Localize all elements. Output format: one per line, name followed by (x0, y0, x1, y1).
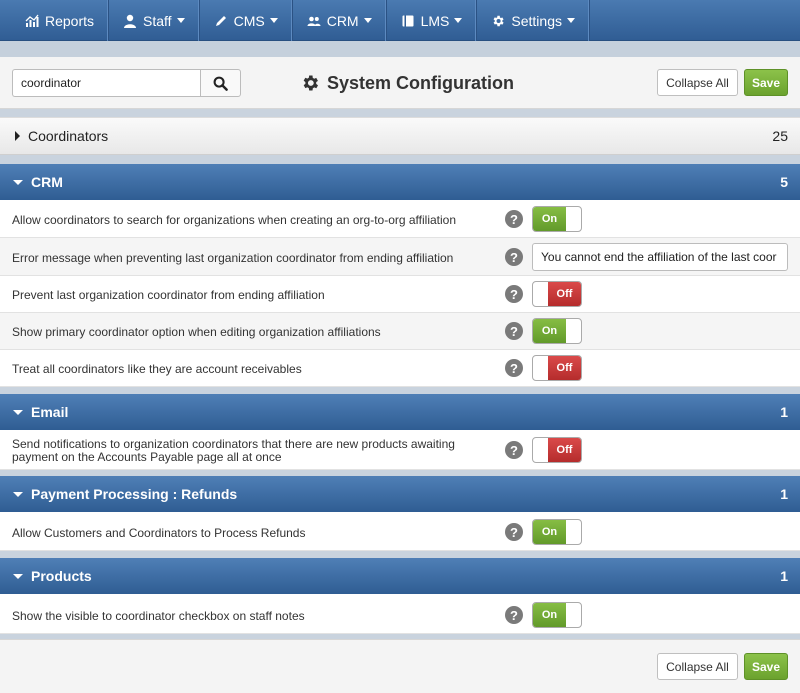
toggle-switch[interactable]: On (532, 206, 582, 232)
setting-label: Prevent last organization coordinator fr… (12, 288, 325, 302)
group-count: 25 (772, 128, 788, 144)
nav-lms-label: LMS (420, 12, 450, 29)
section-count: 1 (780, 486, 788, 502)
toggle-switch[interactable]: Off (532, 281, 582, 307)
caret-down-icon (13, 179, 23, 185)
toggle-switch[interactable]: On (532, 602, 582, 628)
chevron-down-icon (269, 18, 278, 23)
nav-settings[interactable]: Settings (477, 0, 590, 41)
chart-icon (25, 14, 39, 28)
toggle-switch[interactable]: On (532, 318, 582, 344)
config-footer: Collapse All Save (0, 639, 800, 693)
toggle-state: On (533, 520, 566, 544)
page-title: System Configuration (300, 71, 514, 95)
setting-row: Show the visible to coordinator checkbox… (0, 594, 800, 634)
help-icon[interactable]: ? (505, 285, 523, 303)
setting-label: Show primary coordinator option when edi… (12, 325, 381, 339)
caret-right-icon (15, 131, 20, 141)
section-title: Email (31, 404, 69, 420)
collapse-all-button[interactable]: Collapse All (657, 653, 738, 680)
group-coordinators[interactable]: Coordinators 25 (0, 117, 800, 155)
section-refunds-header[interactable]: Payment Processing : Refunds 1 (0, 476, 800, 512)
nav-settings-label: Settings (511, 12, 562, 29)
setting-row: Treat all coordinators like they are acc… (0, 350, 800, 387)
book-icon (401, 14, 415, 28)
top-nav: Reports Staff CMS CRM LMS Settings (0, 0, 800, 41)
help-icon[interactable]: ? (505, 441, 523, 459)
toggle-state: Off (548, 282, 581, 306)
help-icon[interactable]: ? (505, 322, 523, 340)
toggle-state: Off (548, 438, 581, 462)
nav-staff-label: Staff (143, 12, 172, 29)
setting-label: Allow Customers and Coordinators to Proc… (12, 526, 306, 540)
toggle-state: Off (548, 356, 581, 380)
setting-label: Error message when preventing last organ… (12, 251, 454, 265)
search-input[interactable] (12, 69, 200, 97)
chevron-down-icon (454, 18, 463, 23)
users-icon (307, 14, 321, 28)
setting-label: Show the visible to coordinator checkbox… (12, 609, 305, 623)
nav-reports-label: Reports (45, 12, 95, 29)
setting-row: Send notifications to organization coord… (0, 430, 800, 470)
help-icon[interactable]: ? (505, 606, 523, 624)
toggle-switch[interactable]: On (532, 519, 582, 545)
section-title: Products (31, 568, 92, 584)
chevron-down-icon (363, 18, 372, 23)
caret-down-icon (13, 409, 23, 415)
error-message-field[interactable] (532, 243, 788, 271)
section-crm-header[interactable]: CRM 5 (0, 164, 800, 200)
nav-lms[interactable]: LMS (387, 0, 478, 41)
nav-crm[interactable]: CRM (293, 0, 387, 41)
setting-row: Allow coordinators to search for organiz… (0, 200, 800, 238)
nav-crm-label: CRM (326, 12, 359, 29)
nav-reports[interactable]: Reports (0, 0, 110, 41)
nav-staff[interactable]: Staff (109, 0, 200, 41)
toggle-switch[interactable]: Off (532, 437, 582, 463)
toggle-switch[interactable]: Off (532, 355, 582, 381)
save-button[interactable]: Save (744, 653, 788, 680)
section-title: CRM (31, 174, 63, 190)
caret-down-icon (13, 491, 23, 497)
gear-icon (491, 14, 505, 28)
group-coordinators-label: Coordinators (28, 128, 109, 144)
gear-icon (303, 75, 318, 91)
section-count: 5 (780, 174, 788, 190)
save-button[interactable]: Save (744, 69, 788, 96)
setting-label: Send notifications to organization coord… (12, 437, 455, 451)
toggle-state: On (533, 319, 566, 343)
setting-row: Allow Customers and Coordinators to Proc… (0, 512, 800, 551)
setting-label-cont: payment on the Accounts Payable page all… (12, 450, 282, 464)
nav-cms-label: CMS (233, 12, 265, 29)
setting-label: Treat all coordinators like they are acc… (12, 362, 302, 376)
search-button[interactable] (200, 69, 241, 97)
search-icon (213, 76, 228, 91)
chevron-down-icon (176, 18, 185, 23)
toggle-state: On (533, 603, 566, 627)
help-icon[interactable]: ? (505, 523, 523, 541)
setting-label: Allow coordinators to search for organiz… (12, 213, 457, 227)
nav-spacer (0, 41, 800, 57)
caret-down-icon (13, 573, 23, 579)
page-title-text: System Configuration (327, 72, 515, 93)
chevron-down-icon (566, 18, 575, 23)
section-email-header[interactable]: Email 1 (0, 394, 800, 430)
help-icon[interactable]: ? (505, 359, 523, 377)
help-icon[interactable]: ? (505, 210, 523, 228)
collapse-all-button[interactable]: Collapse All (657, 69, 738, 96)
setting-row: Error message when preventing last organ… (0, 238, 800, 276)
setting-row: Prevent last organization coordinator fr… (0, 276, 800, 313)
config-header: System Configuration Collapse All Save (0, 57, 800, 109)
section-title: Payment Processing : Refunds (31, 486, 238, 502)
user-icon (123, 14, 137, 28)
setting-row: Show primary coordinator option when edi… (0, 313, 800, 350)
pencil-icon (214, 14, 228, 28)
section-count: 1 (780, 568, 788, 584)
section-products-header[interactable]: Products 1 (0, 558, 800, 594)
section-count: 1 (780, 404, 788, 420)
toggle-state: On (533, 207, 566, 231)
nav-cms[interactable]: CMS (200, 0, 293, 41)
help-icon[interactable]: ? (505, 248, 523, 266)
search-group (12, 69, 241, 97)
